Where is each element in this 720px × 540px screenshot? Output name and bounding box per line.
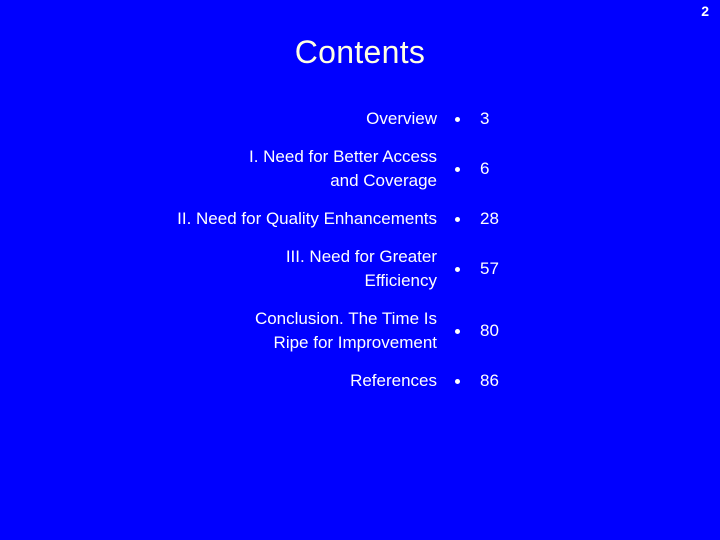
page-title: Contents (294, 34, 426, 70)
toc-entry[interactable]: Overview 3 (0, 107, 720, 131)
toc-entry-label: Overview (366, 109, 437, 128)
toc-entry-page-number: 86 (480, 371, 499, 390)
toc-entry-page: 3 (437, 107, 720, 131)
toc-entry[interactable]: References 86 (0, 369, 720, 393)
bullet-icon (455, 328, 460, 334)
bullet-icon (455, 216, 460, 222)
toc-entry-label: III. Need for Greater Efficiency (285, 247, 437, 290)
toc-entry[interactable]: II. Need for Quality Enhancements 28 (0, 207, 720, 231)
table-of-contents: Overview 3 I. Need for Better Access and… (0, 107, 720, 407)
toc-entry-label: Conclusion. The Time Is Ripe for Improve… (254, 309, 437, 352)
bullet-icon (455, 166, 460, 172)
bullet-icon (455, 116, 460, 122)
toc-entry-page: 80 (437, 319, 720, 343)
bullet-icon (455, 378, 460, 384)
toc-entry-page-number: 57 (480, 259, 499, 278)
slide-number: 2 (701, 3, 709, 19)
toc-entry-page: 6 (437, 157, 720, 181)
toc-entry-page-number: 6 (480, 159, 490, 178)
toc-entry-page-number: 28 (480, 209, 499, 228)
toc-entry[interactable]: Conclusion. The Time Is Ripe for Improve… (0, 307, 720, 355)
toc-entry-label: I. Need for Better Access and Coverage (248, 147, 437, 190)
toc-entry-page-number: 80 (480, 321, 499, 340)
toc-entry-page-number: 3 (480, 109, 490, 128)
toc-entry[interactable]: III. Need for Greater Efficiency 57 (0, 245, 720, 293)
toc-entry[interactable]: I. Need for Better Access and Coverage 6 (0, 145, 720, 193)
bullet-icon (455, 266, 460, 272)
toc-entry-page: 28 (437, 207, 720, 231)
toc-entry-page: 86 (437, 369, 720, 393)
toc-entry-label: II. Need for Quality Enhancements (177, 209, 437, 228)
slide: 2 Contents Overview 3 I. Need for Better… (0, 0, 720, 540)
toc-entry-page: 57 (437, 257, 720, 281)
toc-entry-label: References (350, 371, 437, 390)
